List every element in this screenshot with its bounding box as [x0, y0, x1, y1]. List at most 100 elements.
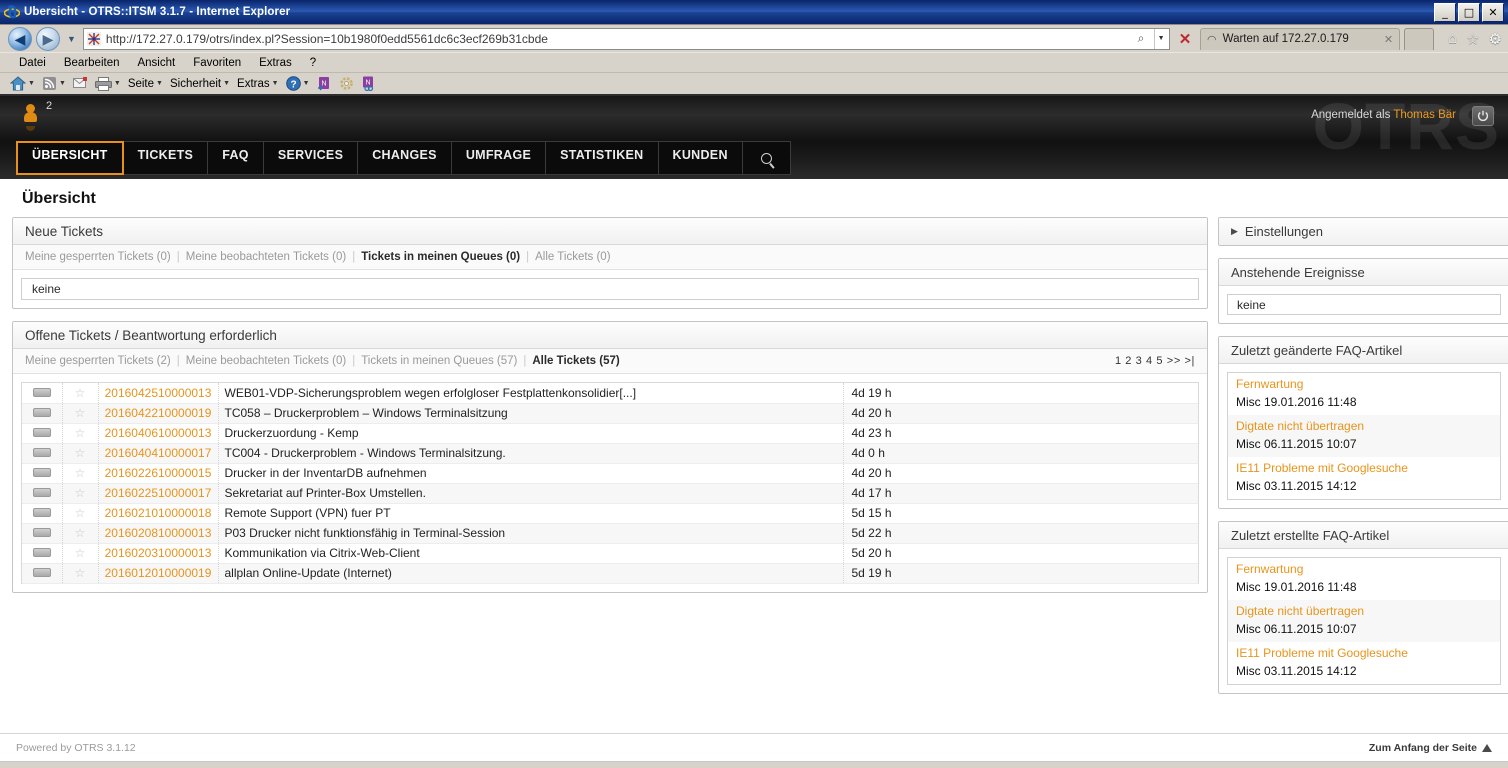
- faq-title-link[interactable]: IE11 Probleme mit Googlesuche: [1236, 644, 1492, 662]
- star-icon[interactable]: ☆: [75, 406, 86, 420]
- table-row[interactable]: ☆ 2016021010000018 Remote Support (VPN) …: [22, 503, 1198, 524]
- table-row[interactable]: ☆ 2016042510000013 WEB01-VDP-Sicherungsp…: [22, 383, 1198, 404]
- watch-cell[interactable]: ☆: [62, 463, 99, 484]
- ticket-number-link[interactable]: 2016040610000013: [105, 426, 212, 440]
- list-item[interactable]: IE11 Probleme mit Googlesuche Misc 03.11…: [1228, 457, 1500, 499]
- faq-title-link[interactable]: Digtate nicht übertragen: [1236, 417, 1492, 435]
- home-icon[interactable]: ⌂: [1448, 30, 1457, 48]
- browser-tab[interactable]: ◠ Warten auf 172.27.0.179 ✕: [1200, 27, 1401, 50]
- print-dropdown-icon[interactable]: ▼: [114, 80, 121, 87]
- tools-gear-icon[interactable]: ⚙: [1489, 30, 1502, 48]
- ticket-number-cell[interactable]: 2016040610000013: [98, 423, 219, 444]
- nav-item-search[interactable]: [742, 141, 791, 175]
- menu-help[interactable]: ?: [301, 55, 325, 71]
- pagination[interactable]: 1 2 3 4 5 >> >|: [1115, 355, 1195, 367]
- filter-alle-tickets[interactable]: Alle Tickets (0): [535, 251, 610, 263]
- faq-title-link[interactable]: Fernwartung: [1236, 560, 1492, 578]
- nav-item-kunden[interactable]: KUNDEN: [658, 141, 743, 175]
- menu-ansicht[interactable]: Ansicht: [128, 55, 184, 71]
- security-dropdown-icon[interactable]: ▼: [223, 80, 230, 87]
- tab-close-icon[interactable]: ✕: [1384, 33, 1393, 46]
- watch-cell[interactable]: ☆: [62, 523, 99, 544]
- star-icon[interactable]: ☆: [75, 426, 86, 440]
- watch-cell[interactable]: ☆: [62, 423, 99, 444]
- menu-datei[interactable]: Datei: [10, 55, 55, 71]
- list-item[interactable]: IE11 Probleme mit Googlesuche Misc 03.11…: [1228, 642, 1500, 684]
- watch-cell[interactable]: ☆: [62, 503, 99, 524]
- ticket-title-cell[interactable]: Druckerzuordung - Kemp: [218, 423, 844, 444]
- watch-cell[interactable]: ☆: [62, 563, 99, 584]
- watch-cell[interactable]: ☆: [62, 483, 99, 504]
- list-item[interactable]: Digtate nicht übertragen Misc 06.11.2015…: [1228, 415, 1500, 457]
- address-dropdown-icon[interactable]: ▼: [1154, 28, 1167, 49]
- feeds-button[interactable]: ▼: [40, 76, 68, 91]
- ticket-number-cell[interactable]: 2016042510000013: [98, 383, 219, 404]
- star-icon[interactable]: ☆: [75, 466, 86, 480]
- ticket-number-link[interactable]: 2016022510000017: [105, 486, 212, 500]
- onenote-linked-button[interactable]: N: [359, 76, 378, 91]
- table-row[interactable]: ☆ 2016022610000015 Drucker in der Invent…: [22, 463, 1198, 484]
- ticket-title-cell[interactable]: Kommunikation via Citrix-Web-Client: [218, 543, 844, 564]
- minimize-button[interactable]: _: [1434, 2, 1456, 22]
- ticket-number-link[interactable]: 2016012010000019: [105, 566, 212, 580]
- star-icon[interactable]: ☆: [75, 446, 86, 460]
- address-input[interactable]: http://172.27.0.179/otrs/index.pl?Sessio…: [82, 27, 1171, 50]
- watch-cell[interactable]: ☆: [62, 383, 99, 404]
- ticket-number-cell[interactable]: 2016012010000019: [98, 563, 219, 584]
- table-row[interactable]: ☆ 2016020310000013 Kommunikation via Cit…: [22, 543, 1198, 564]
- table-row[interactable]: ☆ 2016040410000017 TC004 - Druckerproble…: [22, 443, 1198, 464]
- table-row[interactable]: ☆ 2016040610000013 Druckerzuordung - Kem…: [22, 423, 1198, 444]
- star-icon[interactable]: ☆: [75, 566, 86, 580]
- filter-tickets-in-meinen-queues[interactable]: Tickets in meinen Queues (57): [361, 355, 517, 367]
- search-go-icon[interactable]: ⌕: [1132, 31, 1150, 46]
- faq-title-link[interactable]: Fernwartung: [1236, 375, 1492, 393]
- menu-extras[interactable]: Extras: [250, 55, 301, 71]
- forward-button[interactable]: ▶: [36, 26, 60, 51]
- onenote-send-button[interactable]: N: [315, 76, 334, 91]
- ticket-number-cell[interactable]: 2016022610000015: [98, 463, 219, 484]
- table-row[interactable]: ☆ 2016020810000013 P03 Drucker nicht fun…: [22, 523, 1198, 544]
- ticket-number-cell[interactable]: 2016042210000019: [98, 403, 219, 424]
- star-icon[interactable]: ☆: [75, 546, 86, 560]
- maximize-button[interactable]: □: [1458, 2, 1480, 22]
- mail-button[interactable]: [71, 77, 90, 90]
- home-dropdown-icon[interactable]: ▼: [28, 80, 35, 87]
- star-icon[interactable]: ☆: [75, 526, 86, 540]
- ticket-number-link[interactable]: 2016020810000013: [105, 526, 212, 540]
- filter-meine-beobachteten-tickets[interactable]: Meine beobachteten Tickets (0): [186, 355, 346, 367]
- ticket-number-link[interactable]: 2016022610000015: [105, 466, 212, 480]
- page-menu-button[interactable]: Seite ▼: [126, 78, 165, 90]
- nav-item-services[interactable]: SERVICES: [263, 141, 359, 175]
- ticket-number-link[interactable]: 2016020310000013: [105, 546, 212, 560]
- table-row[interactable]: ☆ 2016042210000019 TC058 – Druckerproble…: [22, 403, 1198, 424]
- tools-menu-button[interactable]: Extras ▼: [235, 78, 281, 90]
- filter-alle-tickets[interactable]: Alle Tickets (57): [532, 355, 619, 367]
- menu-favoriten[interactable]: Favoriten: [184, 55, 250, 71]
- filter-meine-beobachteten-tickets[interactable]: Meine beobachteten Tickets (0): [186, 251, 346, 263]
- ticket-title-cell[interactable]: Sekretariat auf Printer-Box Umstellen.: [218, 483, 844, 504]
- ticket-number-cell[interactable]: 2016020810000013: [98, 523, 219, 544]
- back-button[interactable]: ◀: [8, 26, 32, 51]
- feeds-dropdown-icon[interactable]: ▼: [59, 80, 66, 87]
- logged-in-user[interactable]: Thomas Bär: [1393, 109, 1456, 121]
- ticket-number-link[interactable]: 2016042510000013: [105, 386, 212, 400]
- table-row[interactable]: ☆ 2016022510000017 Sekretariat auf Print…: [22, 483, 1198, 504]
- ticket-title-cell[interactable]: Remote Support (VPN) fuer PT: [218, 503, 844, 524]
- widget-einstellungen[interactable]: ▶ Einstellungen: [1218, 217, 1508, 246]
- ticket-number-cell[interactable]: 2016022510000017: [98, 483, 219, 504]
- help-dropdown-icon[interactable]: ▼: [303, 80, 310, 87]
- tools-dropdown-icon[interactable]: ▼: [272, 80, 279, 87]
- star-icon[interactable]: ☆: [75, 386, 86, 400]
- filter-tickets-in-meinen-queues[interactable]: Tickets in meinen Queues (0): [361, 251, 520, 263]
- security-menu-button[interactable]: Sicherheit ▼: [168, 78, 232, 90]
- list-item[interactable]: Fernwartung Misc 19.01.2016 11:48: [1228, 558, 1500, 600]
- ticket-title-cell[interactable]: TC004 - Druckerproblem - Windows Termina…: [218, 443, 844, 464]
- favorites-star-icon[interactable]: ☆: [1466, 30, 1479, 48]
- nav-item-faq[interactable]: FAQ: [208, 141, 264, 175]
- watch-cell[interactable]: ☆: [62, 443, 99, 464]
- nav-item-changes[interactable]: CHANGES: [358, 141, 452, 175]
- faq-title-link[interactable]: IE11 Probleme mit Googlesuche: [1236, 459, 1492, 477]
- ticket-title-cell[interactable]: Drucker in der InventarDB aufnehmen: [218, 463, 844, 484]
- ticket-number-cell[interactable]: 2016040410000017: [98, 443, 219, 464]
- filter-meine-gesperrten-tickets[interactable]: Meine gesperrten Tickets (0): [25, 251, 171, 263]
